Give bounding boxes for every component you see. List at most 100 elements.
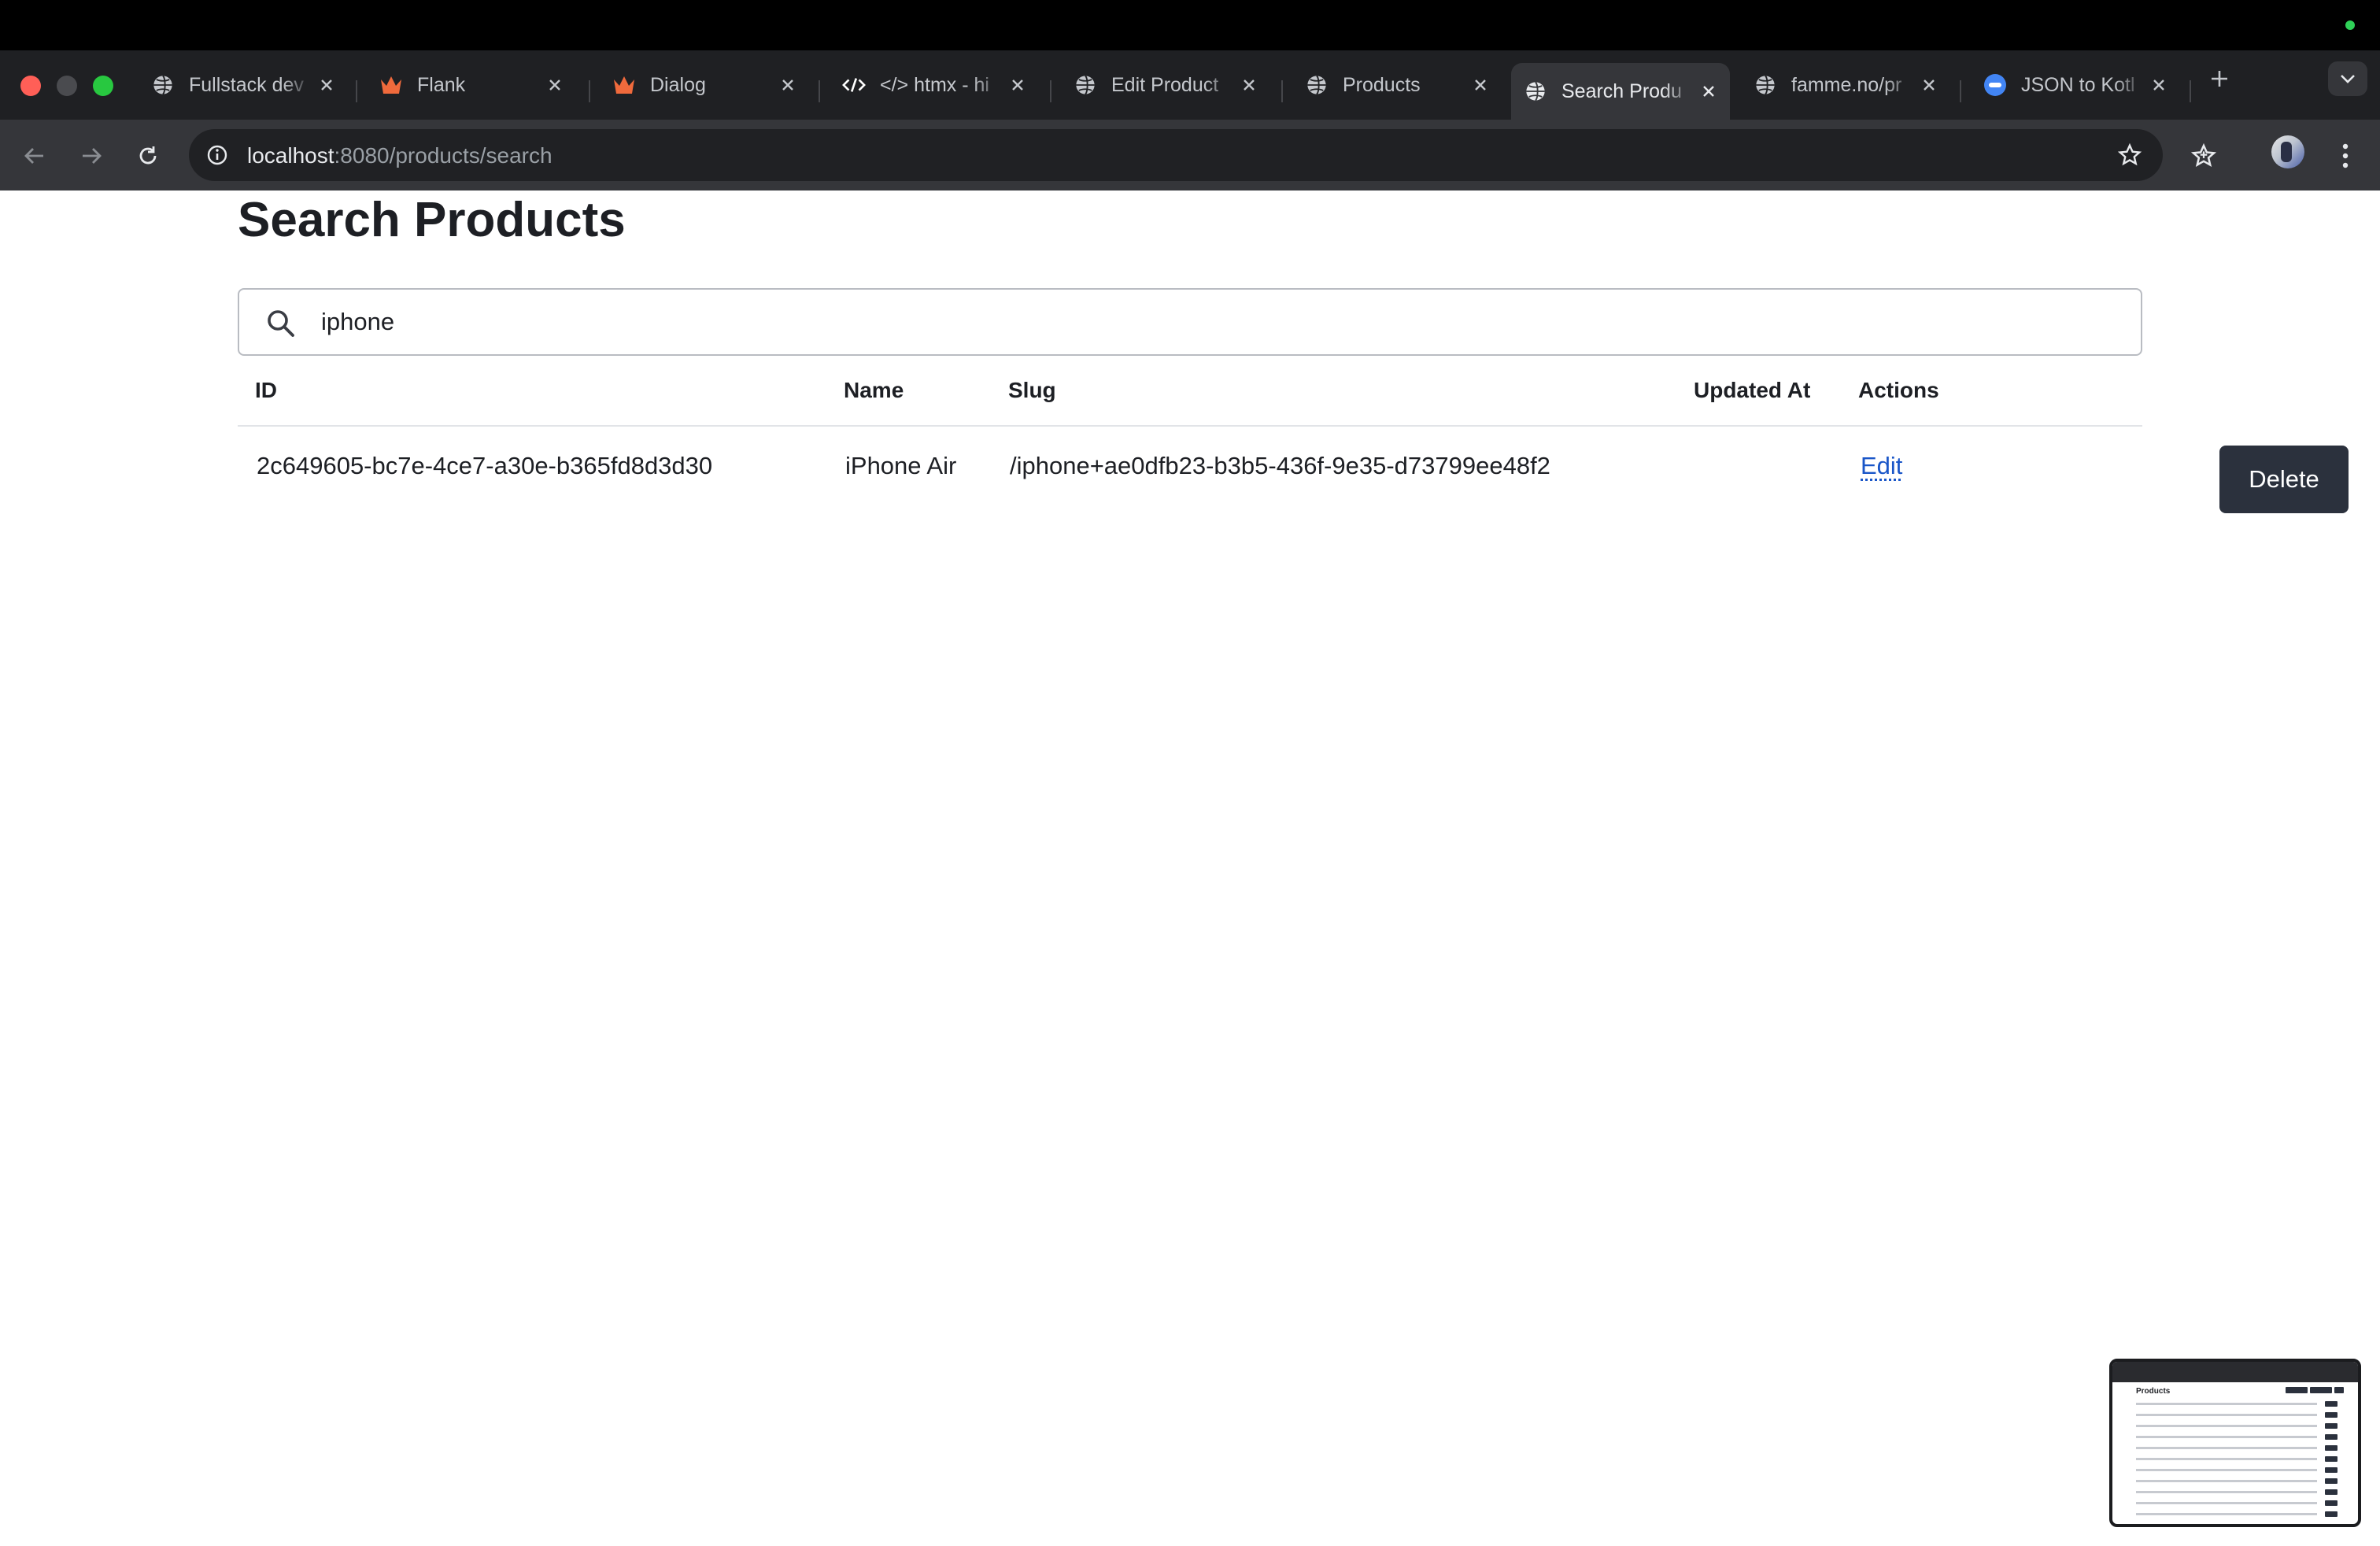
tab-divider: [1050, 80, 1051, 102]
menu-bar: [0, 0, 2380, 50]
cell-id: 2c649605-bc7e-4ce7-a30e-b365fd8d3d30: [257, 452, 713, 479]
edit-link[interactable]: Edit: [1861, 452, 1902, 480]
tab-title: Flank: [417, 73, 466, 96]
url-host: localhost: [247, 143, 334, 168]
tab-products[interactable]: Products: [1292, 63, 1502, 107]
bookmarks-manager-icon[interactable]: [2185, 137, 2223, 175]
close-icon[interactable]: [1916, 72, 1942, 98]
tab-title: Edit Product: [1111, 73, 1219, 96]
tab-search-button[interactable]: [2328, 61, 2367, 96]
camera-indicator-icon: [2345, 20, 2355, 30]
column-header-name: Name: [844, 378, 904, 402]
thumbnail-row-line: [2136, 1436, 2317, 1438]
forward-button[interactable]: [72, 137, 110, 175]
tab-title: Search Produ: [1561, 80, 1682, 102]
tab-strip: Fullstack dev Flank Dialog </> htmx - hi…: [0, 50, 2380, 120]
thumbnail-row-button: [2325, 1467, 2338, 1473]
table-header: ID Name Slug Updated At Actions: [238, 370, 2142, 427]
tab-edit-product[interactable]: Edit Product: [1061, 63, 1270, 107]
tab-divider: [356, 80, 357, 102]
site-info-icon[interactable]: [201, 139, 233, 171]
close-icon[interactable]: [541, 72, 568, 98]
cell-name: iPhone Air: [845, 452, 957, 479]
new-tab-button[interactable]: [2202, 61, 2237, 96]
close-icon[interactable]: [1695, 78, 1722, 105]
crown-icon: [612, 73, 636, 97]
thumbnail-row-button: [2325, 1401, 2338, 1407]
globe-icon: [1754, 73, 1777, 97]
table-row: 2c649605-bc7e-4ce7-a30e-b365fd8d3d30 iPh…: [238, 427, 2349, 529]
thumbnail-chrome: [2112, 1362, 2358, 1382]
tab-title: famme.no/pr: [1791, 73, 1902, 96]
reload-button[interactable]: [129, 137, 167, 175]
thumbnail-row-button: [2325, 1423, 2338, 1429]
tab-divider: [1960, 80, 1961, 102]
close-icon[interactable]: [1236, 72, 1262, 98]
address-url: localhost:8080/products/search: [247, 143, 552, 168]
tab-title: </> htmx - hi: [880, 73, 989, 96]
tab-title: Products: [1343, 73, 1421, 96]
thumbnail-row-button: [2325, 1489, 2338, 1495]
thumbnail-row-button: [2325, 1478, 2338, 1484]
tab-htmx[interactable]: </> htmx - hi: [830, 63, 1039, 107]
tab-title: Fullstack dev: [189, 73, 304, 96]
tab-divider: [819, 80, 820, 102]
thumbnail-row-line: [2136, 1414, 2317, 1416]
tab-famme[interactable]: famme.no/pr: [1741, 63, 1950, 107]
delete-button[interactable]: Delete: [2219, 446, 2349, 513]
code-icon: [842, 73, 866, 97]
close-icon[interactable]: [1467, 72, 1494, 98]
close-icon[interactable]: [2145, 72, 2172, 98]
thumbnail-row-button: [2325, 1511, 2338, 1517]
bookmark-star-icon[interactable]: [2114, 139, 2145, 171]
json-icon: [1983, 73, 2007, 97]
tab-title: JSON to Kotl: [2021, 73, 2135, 96]
thumbnail-row-line: [2136, 1403, 2317, 1405]
thumbnail-row-line: [2136, 1447, 2317, 1449]
thumbnail-row-line: [2136, 1513, 2317, 1515]
thumbnail-row-button: [2325, 1434, 2338, 1440]
close-icon[interactable]: [313, 72, 340, 98]
tab-flank[interactable]: Flank: [367, 63, 576, 107]
globe-icon: [1524, 80, 1547, 103]
page-title: Search Products: [238, 193, 626, 247]
tab-divider: [1281, 80, 1283, 102]
thumbnail-row-line: [2136, 1458, 2317, 1460]
back-button[interactable]: [16, 137, 54, 175]
tab-json-to-kotlin[interactable]: JSON to Kotl: [1971, 63, 2180, 107]
tab-title: Dialog: [650, 73, 706, 96]
thumbnail-row-line: [2136, 1425, 2317, 1427]
thumbnail-row-line: [2136, 1480, 2317, 1482]
thumbnail-title: Products: [2136, 1387, 2171, 1396]
profile-avatar[interactable]: [2271, 135, 2304, 168]
minimize-window-button[interactable]: [57, 76, 77, 96]
search-box[interactable]: [238, 288, 2142, 356]
browser-toolbar: localhost:8080/products/search: [0, 120, 2380, 190]
globe-icon: [1074, 73, 1097, 97]
thumbnail-row-button: [2325, 1456, 2338, 1462]
url-path: :8080/products/search: [334, 143, 552, 168]
screenshot-thumbnail[interactable]: Products: [2109, 1359, 2361, 1527]
thumbnail-row-button: [2325, 1445, 2338, 1451]
thumbnail-row-line: [2136, 1469, 2317, 1471]
tab-fullstack-dev[interactable]: Fullstack dev: [139, 63, 348, 107]
column-header-id: ID: [255, 378, 277, 402]
globe-icon: [151, 73, 175, 97]
tab-dialog[interactable]: Dialog: [600, 63, 809, 107]
close-icon[interactable]: [1004, 72, 1031, 98]
thumbnail-buttons: [2286, 1387, 2344, 1393]
address-bar[interactable]: localhost:8080/products/search: [189, 129, 2163, 181]
tab-divider: [2190, 80, 2191, 102]
more-menu-icon[interactable]: [2326, 137, 2364, 175]
maximize-window-button[interactable]: [93, 76, 113, 96]
tab-search-products[interactable]: Search Produ: [1511, 63, 1730, 120]
column-header-actions: Actions: [1858, 378, 1939, 402]
search-input[interactable]: [321, 290, 2116, 354]
globe-icon: [1305, 73, 1329, 97]
column-header-slug: Slug: [1008, 378, 1056, 402]
crown-icon: [379, 73, 403, 97]
cell-slug: /iphone+ae0dfb23-b3b5-436f-9e35-d73799ee…: [1010, 452, 1550, 479]
thumbnail-row-line: [2136, 1491, 2317, 1493]
close-icon[interactable]: [774, 72, 801, 98]
close-window-button[interactable]: [20, 76, 41, 96]
